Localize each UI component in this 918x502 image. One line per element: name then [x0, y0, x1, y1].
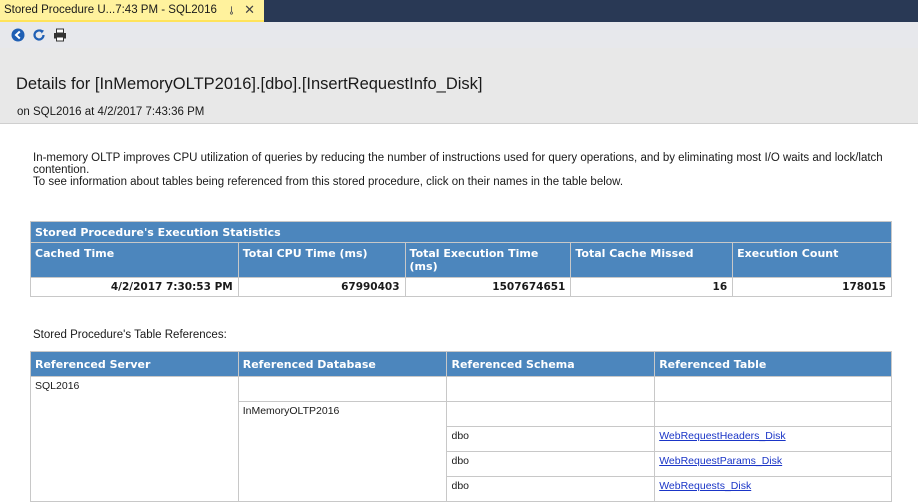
database-cell: InMemoryOLTP2016: [237, 401, 448, 502]
print-icon[interactable]: [52, 27, 68, 43]
schema-cell: dbo: [446, 476, 656, 502]
page-title: Details for [InMemoryOLTP2016].[dbo].[In…: [16, 75, 483, 93]
execution-count-cell: 178015: [732, 277, 892, 297]
report-header: Details for [InMemoryOLTP2016].[dbo].[In…: [0, 48, 918, 124]
column-header: Total Cache Missed: [570, 242, 734, 278]
column-header: Referenced Table: [654, 351, 892, 377]
back-icon[interactable]: [10, 27, 26, 43]
column-header: Referenced Schema: [446, 351, 656, 377]
cpu-time-cell: 67990403: [237, 277, 406, 297]
intro-text: In-memory OLTP improves CPU utilization …: [33, 152, 918, 188]
table-link[interactable]: WebRequestHeaders_Disk: [659, 430, 785, 442]
column-header: Total CPU Time (ms): [237, 242, 406, 278]
table-link[interactable]: WebRequestParams_Disk: [659, 455, 782, 467]
table-references-label: Stored Procedure's Table References:: [33, 329, 227, 341]
page-subtitle: on SQL2016 at 4/2/2017 7:43:36 PM: [17, 106, 205, 118]
document-tab-strip: Stored Procedure U...7:43 PM - SQL2016 ⊸…: [0, 0, 918, 22]
cached-time-cell: 4/2/2017 7:30:53 PM: [30, 277, 239, 297]
empty-cell: [654, 376, 892, 402]
empty-cell: [446, 401, 656, 427]
table-row: SQL2016: [30, 376, 892, 502]
table-link-cell: WebRequestParams_Disk: [654, 451, 892, 477]
column-header: Total Execution Time (ms): [404, 242, 572, 278]
column-header: Referenced Server: [30, 351, 239, 377]
column-header: Cached Time: [30, 242, 239, 278]
statistics-caption: Stored Procedure's Execution Statistics: [30, 221, 892, 243]
cache-missed-cell: 16: [570, 277, 734, 297]
refresh-icon[interactable]: [31, 27, 47, 43]
document-tab[interactable]: Stored Procedure U...7:43 PM - SQL2016 ⊸…: [0, 0, 264, 22]
column-header: Execution Count: [732, 242, 892, 278]
empty-cell: [237, 376, 448, 402]
schema-cell: dbo: [446, 451, 656, 477]
table-link-cell: WebRequestHeaders_Disk: [654, 426, 892, 452]
table-link-cell: WebRequests_Disk: [654, 476, 892, 502]
intro-instruction: To see information about tables being re…: [33, 176, 624, 188]
table-references-table: Referenced Server Referenced Database Re…: [30, 351, 892, 502]
report-toolbar: [0, 22, 918, 48]
empty-cell: [654, 401, 892, 427]
close-icon[interactable]: ✕: [244, 2, 255, 18]
execution-statistics-table: Stored Procedure's Execution Statistics …: [30, 221, 892, 297]
schema-cell: dbo: [446, 426, 656, 452]
empty-cell: [446, 376, 656, 402]
pin-icon[interactable]: ⊸: [225, 5, 238, 14]
document-tab-title: Stored Procedure U...7:43 PM - SQL2016: [4, 4, 217, 16]
execution-time-cell: 1507674651: [404, 277, 572, 297]
intro-paragraph: In-memory OLTP improves CPU utilization …: [33, 152, 883, 176]
table-link[interactable]: WebRequests_Disk: [659, 480, 751, 492]
column-header: Referenced Database: [237, 351, 448, 377]
table-row: 4/2/2017 7:30:53 PM 67990403 1507674651 …: [30, 277, 892, 297]
server-cell: SQL2016: [30, 376, 239, 502]
